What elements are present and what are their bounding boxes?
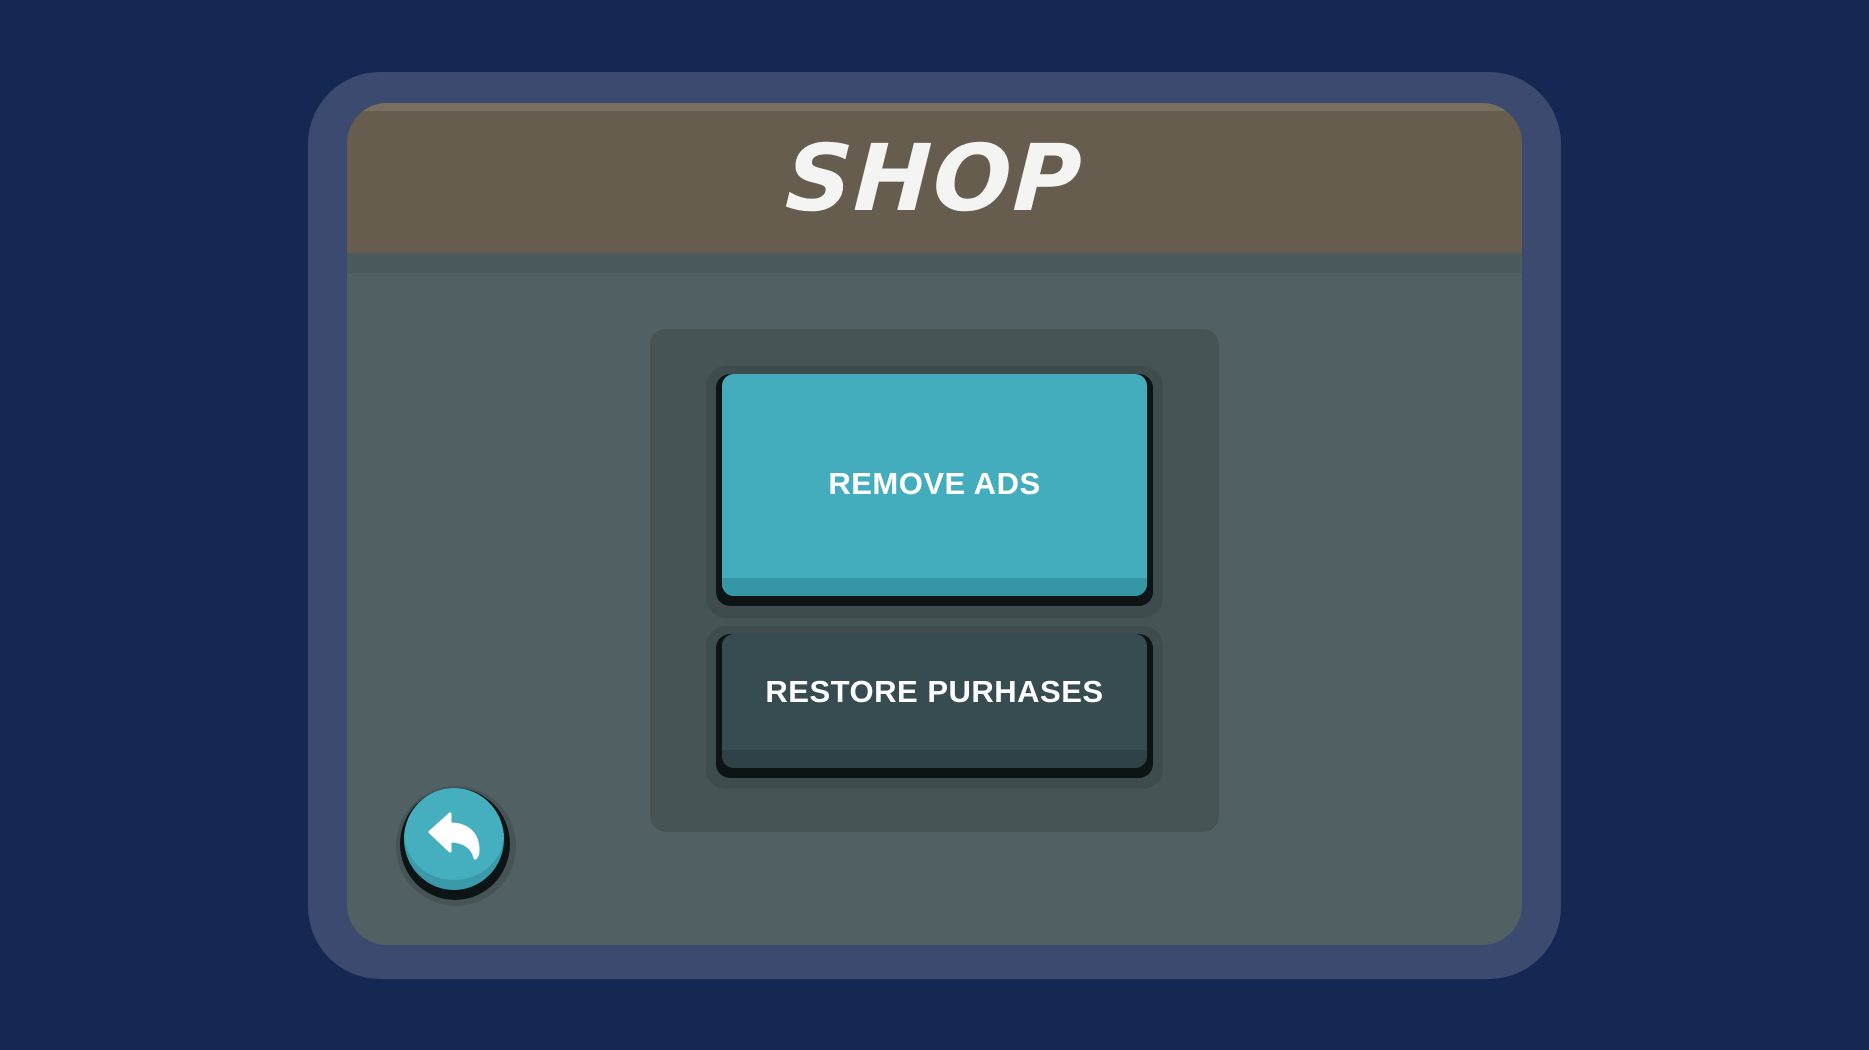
header-divider <box>347 253 1522 273</box>
remove-ads-label: REMOVE ADS <box>828 466 1041 501</box>
back-button-face <box>404 788 504 890</box>
remove-ads-button-lip <box>722 578 1147 596</box>
restore-purchases-button[interactable]: RESTORE PURHASES <box>716 634 1153 778</box>
remove-ads-button[interactable]: REMOVE ADS <box>716 374 1153 606</box>
shop-screen: SHOP REMOVE ADS RESTORE PURHASES <box>0 0 1869 1050</box>
back-arrow-icon <box>428 812 480 860</box>
back-button[interactable] <box>400 788 510 900</box>
page-title: SHOP <box>783 125 1086 232</box>
restore-purchases-label: RESTORE PURHASES <box>765 674 1104 709</box>
restore-purchases-button-lip <box>722 750 1147 768</box>
panel-header: SHOP <box>347 103 1522 253</box>
